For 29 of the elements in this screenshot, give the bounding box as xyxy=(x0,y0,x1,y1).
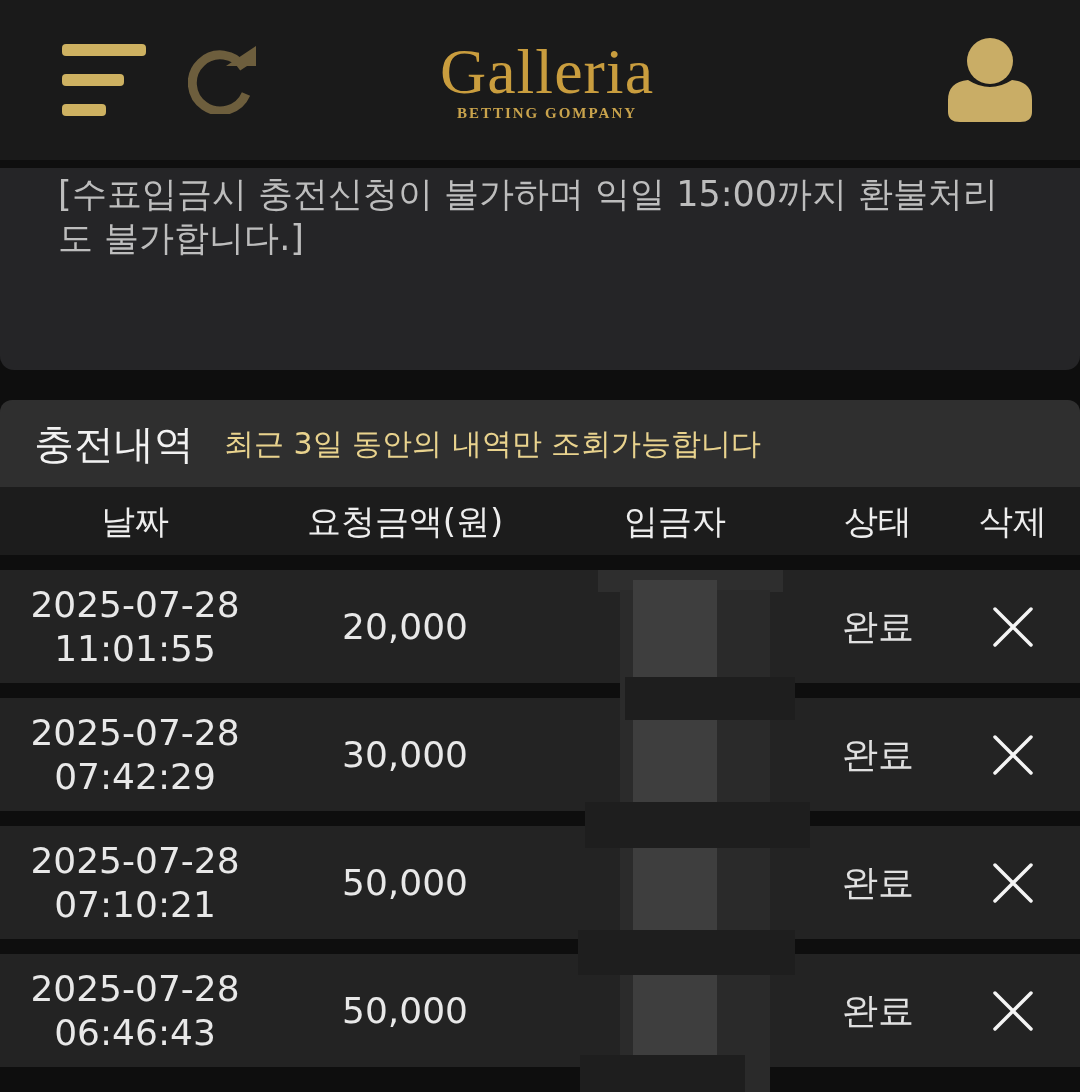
date-cell: 2025-07-28 06:46:43 xyxy=(30,966,240,1055)
column-header: 삭제 xyxy=(978,500,1047,542)
section-subtitle: 최근 3일 동안의 내역만 조회가능합니다 xyxy=(224,424,762,463)
status-cell: 완료 xyxy=(841,988,914,1033)
close-icon xyxy=(992,862,1033,903)
logo-title: Galleria xyxy=(439,40,655,104)
close-icon xyxy=(992,734,1033,775)
amount-cell: 50,000 xyxy=(342,988,468,1033)
notice-text: [수표입금시 충전신청이 불가하며 익일 15:00까지 환불처리도 불가합니다.] xyxy=(58,173,1000,260)
date-cell: 2025-07-28 07:10:21 xyxy=(30,838,240,927)
amount-cell: 20,000 xyxy=(342,604,468,649)
refresh-icon[interactable] xyxy=(188,46,258,114)
column-header: 요청금액(원) xyxy=(306,500,504,542)
date-cell: 2025-07-28 07:42:29 xyxy=(30,710,240,799)
status-cell: 완료 xyxy=(841,604,914,649)
status-cell: 완료 xyxy=(841,732,914,777)
section-title: 충전내역 xyxy=(34,419,194,468)
user-icon[interactable] xyxy=(948,38,1032,122)
menu-icon[interactable] xyxy=(62,44,146,116)
logo-subtitle: BETTING GOMPANY xyxy=(456,104,638,122)
column-header: 날짜 xyxy=(101,500,169,542)
status-cell: 완료 xyxy=(841,860,914,905)
column-header: 입금자 xyxy=(624,500,726,542)
amount-cell: 50,000 xyxy=(342,860,468,905)
date-cell: 2025-07-28 11:01:55 xyxy=(30,582,240,671)
column-header: 상태 xyxy=(843,500,912,542)
close-icon xyxy=(992,990,1033,1031)
amount-cell: 30,000 xyxy=(342,732,468,777)
close-icon xyxy=(992,606,1033,647)
